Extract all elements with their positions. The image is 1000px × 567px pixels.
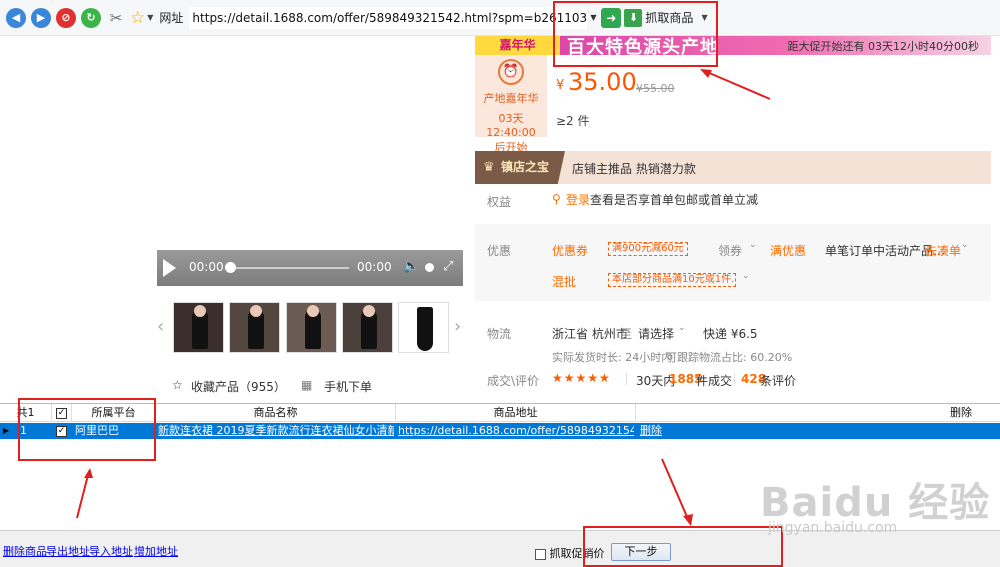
annotation-arrow-line bbox=[661, 458, 689, 520]
app-window: ◀ ▶ ⊘ ↻ ✂ ☆ ▼ 网址 https://detail.1688.com… bbox=[0, 0, 1000, 567]
annotation-arrow-head bbox=[683, 514, 693, 526]
annotation-arrow-line bbox=[706, 71, 771, 100]
annotation-arrow-head bbox=[84, 468, 93, 478]
annotation-arrow-head bbox=[700, 69, 712, 78]
annotation-arrow-line bbox=[76, 474, 89, 519]
baidu-watermark-url: jingyan.baidu.com bbox=[768, 520, 898, 536]
